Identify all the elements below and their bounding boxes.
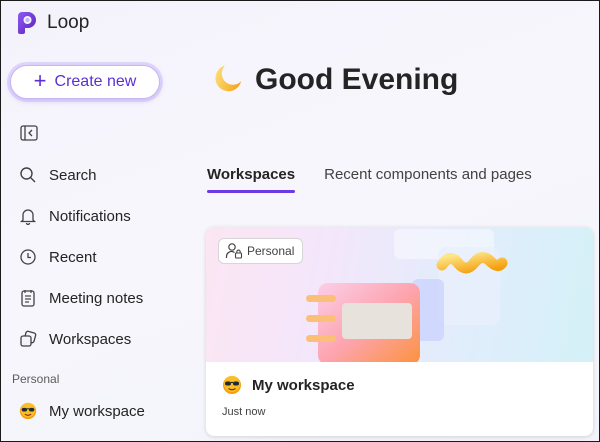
sidebar-item-workspaces[interactable]: Workspaces xyxy=(19,330,131,348)
search-icon xyxy=(20,167,36,183)
sidebar-item-label: Workspaces xyxy=(49,330,132,348)
sidebar: Loop + Create new Search Notifications R… xyxy=(1,1,186,441)
tab-workspaces[interactable]: Workspaces xyxy=(207,166,296,193)
app-name: Loop xyxy=(47,12,90,33)
notes-icon xyxy=(21,290,35,307)
sidebar-item-label: Recent xyxy=(49,248,97,266)
sidebar-item-label: Meeting notes xyxy=(49,289,144,307)
card-timestamp: Just now xyxy=(222,406,266,418)
clock-icon xyxy=(20,249,36,265)
workspace-card[interactable]: Personal My workspace Just now xyxy=(206,227,593,436)
app-logo-row[interactable]: Loop xyxy=(15,11,89,35)
sidebar-item-search[interactable]: Search xyxy=(19,166,97,184)
workspaces-icon xyxy=(20,330,37,347)
sidebar-item-label: Notifications xyxy=(49,207,131,225)
card-title: My workspace xyxy=(252,376,355,394)
create-new-label: Create new xyxy=(54,73,137,90)
tab-bar: Workspaces Recent components and pages xyxy=(207,166,532,193)
sidebar-item-meeting-notes[interactable]: Meeting notes xyxy=(19,289,143,307)
person-lock-icon xyxy=(225,243,243,259)
crescent-moon-icon xyxy=(215,65,241,92)
sunglasses-emoji-icon xyxy=(19,402,37,420)
sidebar-item-my-workspace[interactable]: My workspace xyxy=(19,402,145,420)
greeting: Good Evening xyxy=(209,63,458,97)
bell-icon xyxy=(19,209,37,225)
card-title-row: My workspace xyxy=(222,375,355,395)
plus-icon: + xyxy=(33,68,47,93)
sidebar-item-label: My workspace xyxy=(49,402,145,420)
sidebar-item-notifications[interactable]: Notifications xyxy=(19,207,131,225)
sidebar-item-recent[interactable]: Recent xyxy=(19,248,97,266)
main-content: Good Evening Workspaces Recent component… xyxy=(186,1,599,441)
sunglasses-emoji-icon xyxy=(223,376,241,394)
loop-logo-icon xyxy=(18,12,36,34)
section-label-personal: Personal xyxy=(12,372,60,386)
badge-label: Personal xyxy=(247,244,295,258)
card-banner: Personal xyxy=(206,227,593,362)
greeting-text: Good Evening xyxy=(255,63,459,96)
create-new-button[interactable]: + Create new xyxy=(10,65,160,99)
app-window: Loop + Create new Search Notifications R… xyxy=(0,0,600,442)
collapse-sidebar-icon[interactable] xyxy=(20,125,38,141)
personal-badge: Personal xyxy=(218,238,304,264)
tab-recent-components[interactable]: Recent components and pages xyxy=(324,166,532,193)
sidebar-item-label: Search xyxy=(49,166,97,184)
